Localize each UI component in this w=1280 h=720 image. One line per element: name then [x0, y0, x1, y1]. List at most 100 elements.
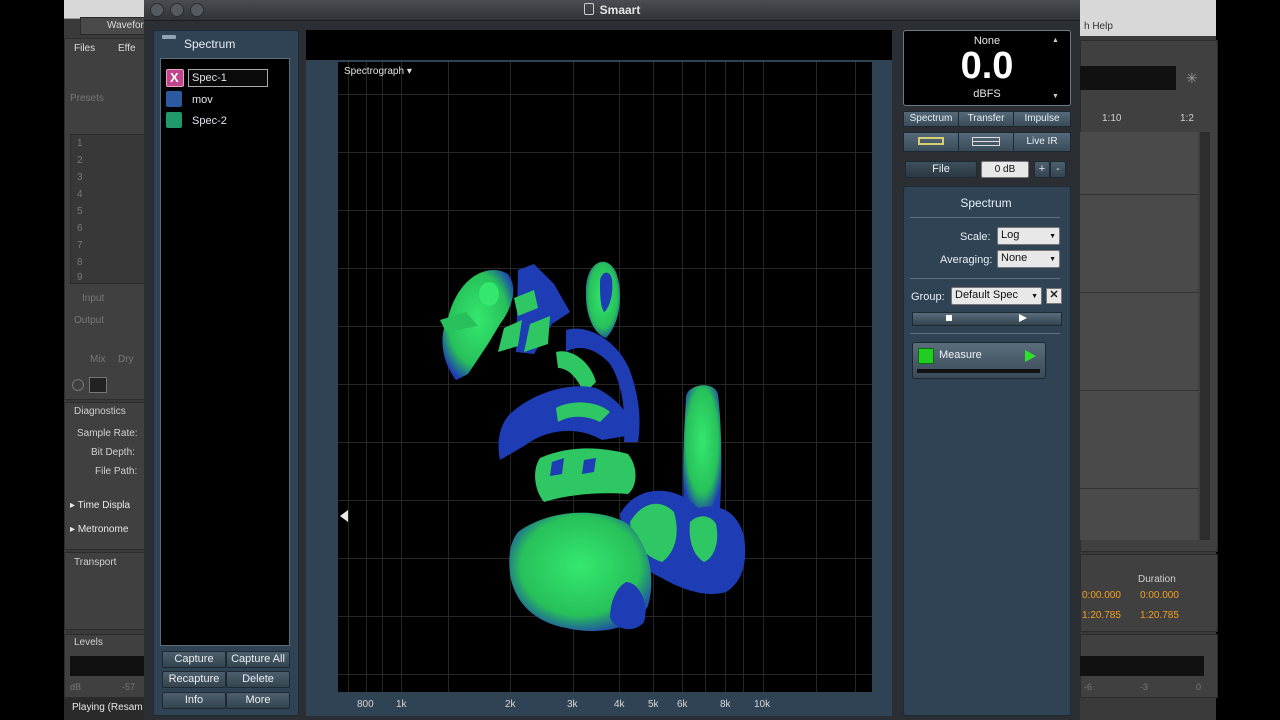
- rack-slot[interactable]: 2: [77, 155, 83, 166]
- tab-spectrum[interactable]: Spectrum: [903, 111, 959, 127]
- gain-up-icon[interactable]: +: [1034, 161, 1050, 178]
- averaging-label: Averaging:: [940, 254, 993, 266]
- help-search[interactable]: h Help: [1080, 18, 1216, 36]
- x-tick-label: 2k: [505, 699, 516, 710]
- spectrum-list[interactable]: [160, 58, 290, 646]
- x-tick-label: 4k: [614, 699, 625, 710]
- threshold-marker-icon[interactable]: [340, 510, 348, 522]
- time-display-expander[interactable]: ▸ Time Displa: [70, 500, 130, 511]
- files-tab[interactable]: Files: [74, 43, 95, 54]
- delete-x-icon[interactable]: X: [166, 69, 184, 87]
- tab-impulse[interactable]: Impulse: [1013, 111, 1071, 127]
- collapse-handle-icon[interactable]: [162, 35, 176, 39]
- info-button[interactable]: Info: [162, 692, 226, 709]
- single-view-button[interactable]: [903, 132, 959, 152]
- right-levels-scale: -6: [1084, 682, 1093, 692]
- x-tick-label: 800: [357, 699, 374, 710]
- measure-label: Measure: [939, 349, 982, 361]
- x-tick-label: 1k: [396, 699, 407, 710]
- track-area[interactable]: [1080, 132, 1198, 540]
- track-scrollbar[interactable]: [1200, 132, 1210, 540]
- delete-label: Delete: [242, 673, 274, 685]
- measure-button[interactable]: Measure: [912, 342, 1046, 379]
- window-title: Smaart: [144, 3, 1080, 17]
- rack-slot[interactable]: 1: [77, 138, 83, 149]
- spectrograph-mode-dropdown[interactable]: Spectrograph ▾: [344, 66, 412, 77]
- capture-label: Capture: [174, 653, 214, 665]
- background-waveform-tab[interactable]: Wavefor: [80, 17, 146, 35]
- color-swatch-icon[interactable]: [166, 91, 182, 107]
- levels-title: Levels: [74, 637, 103, 648]
- level-meter[interactable]: None 0.0 dBFS ▲ ▼: [903, 30, 1071, 106]
- rack-slot[interactable]: 4: [77, 189, 83, 200]
- group-value: Default Spec: [955, 289, 1018, 301]
- presets-label: Presets: [70, 93, 104, 104]
- gain-down-icon[interactable]: -: [1050, 161, 1066, 178]
- measure-level-bar: [917, 369, 1040, 373]
- capture-button[interactable]: Capture: [162, 651, 226, 668]
- file-button-label: File: [932, 163, 950, 175]
- file-button[interactable]: File: [905, 161, 977, 178]
- spec-name-field[interactable]: Spec-1: [188, 69, 268, 87]
- effects-tab[interactable]: Effe: [118, 43, 136, 54]
- view-start-value: 1:20.785: [1082, 610, 1121, 621]
- delete-button[interactable]: Delete: [226, 671, 290, 688]
- averaging-select[interactable]: None ▼: [997, 250, 1060, 268]
- meter-up-arrow-icon[interactable]: ▲: [1052, 37, 1059, 44]
- color-swatch-icon[interactable]: [166, 112, 182, 128]
- levels-scale-57: -57: [122, 682, 136, 692]
- meter-unit: dBFS: [973, 88, 1001, 100]
- divider: [910, 333, 1060, 334]
- view-duration-value: 1:20.785: [1140, 610, 1179, 621]
- spectrograph-image: [440, 261, 746, 632]
- time-display-label: Time Displa: [77, 500, 131, 511]
- x-tick-label: 6k: [677, 699, 688, 710]
- tab-impulse-label: Impulse: [1024, 113, 1060, 124]
- selection-start-value: 0:00.000: [1082, 590, 1121, 601]
- metronome-expander[interactable]: ▸ Metronome: [70, 524, 128, 535]
- meter-value: 0.0: [960, 45, 1014, 87]
- group-settings-icon[interactable]: ✕: [1046, 288, 1062, 304]
- recapture-button[interactable]: Recapture: [162, 671, 226, 688]
- track-transport-bar[interactable]: [912, 312, 1062, 326]
- scale-label: Scale:: [960, 231, 991, 243]
- x-tick-label: 3k: [567, 699, 578, 710]
- rack-slot[interactable]: 7: [77, 240, 83, 251]
- rack-slot[interactable]: 9: [77, 272, 83, 283]
- group-select[interactable]: Default Spec ▼: [951, 287, 1042, 305]
- input-label: Input: [82, 293, 105, 304]
- list-icon[interactable]: [89, 377, 107, 393]
- rack-slot[interactable]: 5: [77, 206, 83, 217]
- live-ir-button[interactable]: Live IR: [1013, 132, 1071, 152]
- smaart-logo-icon: [583, 3, 594, 15]
- stop-icon[interactable]: [946, 315, 952, 321]
- meter-down-arrow-icon[interactable]: ▼: [1052, 93, 1059, 100]
- split-view-button[interactable]: [958, 132, 1014, 152]
- status-text: Playing (Resam: [72, 702, 143, 713]
- file-path-label: File Path:: [95, 466, 138, 477]
- rack-slot[interactable]: 6: [77, 223, 83, 234]
- more-button[interactable]: More: [226, 692, 290, 709]
- power-icon[interactable]: [72, 379, 84, 391]
- list-item[interactable]: X Spec-1: [166, 69, 284, 87]
- chevron-down-icon: ▼: [1049, 233, 1056, 240]
- gain-field[interactable]: 0 dB: [981, 161, 1029, 178]
- tab-transfer[interactable]: Transfer: [958, 111, 1014, 127]
- group-label: Group:: [911, 291, 945, 303]
- levels-scale-db: dB: [70, 682, 82, 692]
- rack-slot[interactable]: 3: [77, 172, 83, 183]
- rack-slot[interactable]: 8: [77, 257, 83, 268]
- scale-select[interactable]: Log ▼: [997, 227, 1060, 245]
- tab-spectrum-label: Spectrum: [909, 113, 953, 124]
- zoom-icon[interactable]: ✳: [1186, 70, 1198, 87]
- ruler-mark: 1:10: [1102, 113, 1122, 124]
- item-label: Spec-2: [192, 115, 227, 127]
- spectrograph-plot[interactable]: Spectrograph ▾: [338, 62, 872, 692]
- capture-all-button[interactable]: Capture All: [226, 651, 290, 668]
- play-icon[interactable]: [1019, 314, 1027, 322]
- levels-meter: [70, 656, 144, 676]
- x-tick-label: 5k: [648, 699, 659, 710]
- list-item[interactable]: Spec-2: [166, 112, 284, 130]
- list-item[interactable]: mov: [166, 91, 284, 109]
- chevron-down-icon: ▼: [1049, 256, 1056, 263]
